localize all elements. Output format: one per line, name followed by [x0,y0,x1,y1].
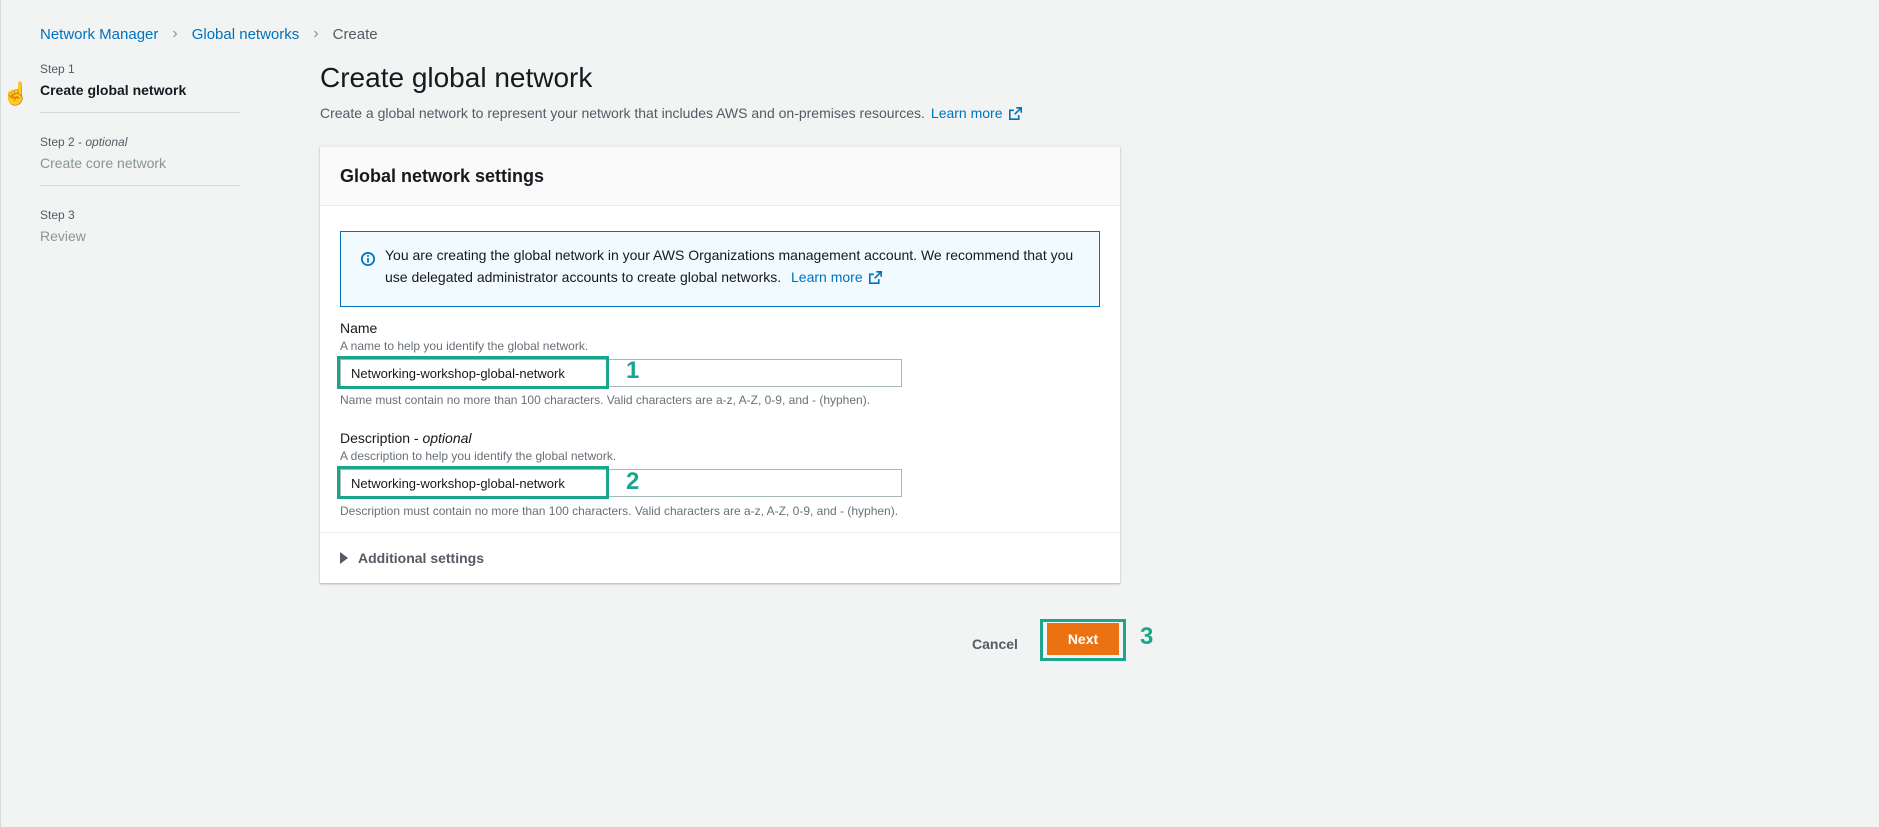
breadcrumb: Network Manager › Global networks › Crea… [40,25,378,43]
external-link-icon [1008,106,1022,120]
left-edge-divider [0,0,1,827]
hand-cursor-icon: ☝ [2,81,30,106]
description-input[interactable] [340,469,902,497]
breadcrumb-network-manager[interactable]: Network Manager [40,26,158,43]
page-description-text: Create a global network to represent you… [320,105,925,121]
chevron-right-icon: › [313,25,319,42]
annotation-marker-3: 3 [1140,623,1154,650]
external-link-icon [868,270,882,284]
info-alert-text: You are creating the global network in y… [385,244,1085,288]
info-icon [361,252,375,266]
step-title: Create core network [40,155,167,171]
step-number: Step 1 [40,62,75,76]
page-description: Create a global network to represent you… [320,105,1022,121]
global-network-settings-panel: Global network settings You are creating… [320,146,1120,583]
name-label: Name [340,320,378,336]
step-title: Review [40,228,86,244]
breadcrumb-global-networks[interactable]: Global networks [192,26,300,43]
name-constraint: Name must contain no more than 100 chara… [340,393,871,407]
page-title: Create global network [320,62,593,93]
name-description: A name to help you identify the global n… [340,339,589,353]
description-label: Description - optional [340,430,472,446]
additional-settings-toggle[interactable]: Additional settings [320,532,1120,582]
step-2: Step 2 - optional Create core network [40,135,240,186]
description-constraint: Description must contain no more than 10… [340,504,899,518]
next-button[interactable]: Next [1047,623,1119,655]
panel-title: Global network settings [340,165,545,186]
annotation-marker-2: 2 [626,468,640,495]
step-number: Step 2 - optional [40,135,128,149]
step-title[interactable]: Create global network [40,82,240,98]
description-description: A description to help you identify the g… [340,449,617,463]
annotation-marker-1: 1 [626,357,640,384]
info-learn-more-link[interactable]: Learn more [791,266,882,288]
additional-settings-label: Additional settings [358,549,484,566]
step-3: Step 3 Review [40,208,240,258]
info-alert: You are creating the global network in y… [340,231,1100,307]
panel-header: Global network settings [320,147,1120,206]
breadcrumb-current: Create [332,25,378,43]
step-number: Step 3 [40,208,75,222]
caret-right-icon [340,551,348,564]
chevron-right-icon: › [172,25,178,42]
name-input[interactable] [340,359,902,387]
learn-more-link[interactable]: Learn more [931,105,1022,121]
cancel-button[interactable]: Cancel [960,628,1030,660]
step-1: Step 1 Create global network [40,62,240,113]
wizard-steps: Step 1 Create global network Step 2 - op… [40,62,240,280]
